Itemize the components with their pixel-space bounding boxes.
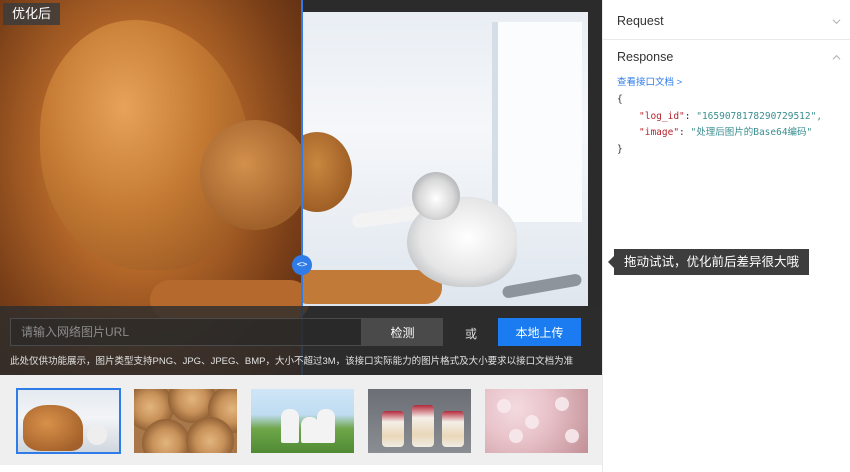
kitten-tail-shape <box>501 273 583 299</box>
blossom-shape <box>525 415 539 429</box>
json-log-id-line: "log_id": "1659078178290729512", <box>639 110 823 122</box>
request-label: Request <box>617 14 664 28</box>
compare-slider-handle[interactable]: <> <box>292 255 312 275</box>
upload-controls: 检测 或 本地上传 此处仅供功能展示，图片类型支持PNG、JPG、JPEG、BM… <box>0 306 602 375</box>
log-shape <box>142 419 190 453</box>
comparison-stage[interactable]: 优化后 <> 检测 或 本地上传 此处仅供功能展示，图片类型支持PNG、JPG、… <box>0 0 602 375</box>
response-section-header[interactable]: Response <box>603 38 850 76</box>
json-image-line: "image": "处理后图片的Base64编码" <box>639 127 813 138</box>
blossom-shape <box>509 429 523 443</box>
blossom-shape <box>565 429 579 443</box>
json-value: "处理后图片的Base64编码" <box>690 127 813 138</box>
json-key: "log_id" <box>639 110 685 122</box>
blossom-shape <box>497 399 511 413</box>
thumbnail-pink-blossoms[interactable] <box>485 389 588 453</box>
enhanced-photo <box>302 12 588 306</box>
dessert-cup-shape <box>412 405 434 447</box>
after-badge: 优化后 <box>3 3 61 25</box>
sample-thumbnails <box>0 375 602 465</box>
dog-nose-shape <box>302 132 352 212</box>
or-label: 或 <box>465 327 478 341</box>
image-url-input[interactable] <box>10 318 362 346</box>
person-shape <box>281 409 299 443</box>
blossom-shape <box>555 397 569 411</box>
chevron-down-icon <box>832 19 841 25</box>
dessert-cup-shape <box>382 411 404 447</box>
thumbnail-dessert-cups[interactable] <box>368 389 471 453</box>
json-value: "1659078178290729512", <box>696 110 823 122</box>
response-json: { "log_id": "1659078178290729512", "imag… <box>617 92 822 158</box>
api-doc-link[interactable]: 查看接口文档 > <box>617 74 682 88</box>
page-root: 优化后 <> 检测 或 本地上传 此处仅供功能展示，图片类型支持PNG、JPG、… <box>0 0 850 472</box>
api-panel: Request Response 查看接口文档 > { "log_id": "1… <box>602 0 850 472</box>
json-close-brace: } <box>617 143 623 155</box>
dessert-cup-shape <box>442 411 464 447</box>
dog-paws-shape <box>302 270 442 304</box>
detect-button[interactable]: 检测 <box>362 318 443 346</box>
thumbnail-family-on-grass[interactable] <box>251 389 354 453</box>
drag-hint-tooltip: 拖动试试，优化前后差异很大哦 <box>607 249 810 275</box>
window-shape <box>492 22 582 222</box>
thumbnail-dog-and-kitten[interactable] <box>16 388 121 454</box>
local-upload-button[interactable]: 本地上传 <box>498 318 581 346</box>
format-notice: 此处仅供功能展示，图片类型支持PNG、JPG、JPEG、BMP，大小不超过3M，… <box>10 356 574 367</box>
person-shape <box>317 409 335 443</box>
thumb-dog-shape <box>23 405 83 451</box>
response-label: Response <box>617 50 674 64</box>
dog-snout-shape <box>200 120 310 230</box>
thumb-kitten-shape <box>87 425 107 445</box>
json-key: "image" <box>639 127 680 138</box>
json-open-brace: { <box>617 94 623 105</box>
chevron-up-icon <box>832 54 841 60</box>
request-section-header[interactable]: Request <box>603 2 850 40</box>
thumbnail-wood-logs[interactable] <box>134 389 237 453</box>
kitten-head-shape <box>412 172 460 220</box>
